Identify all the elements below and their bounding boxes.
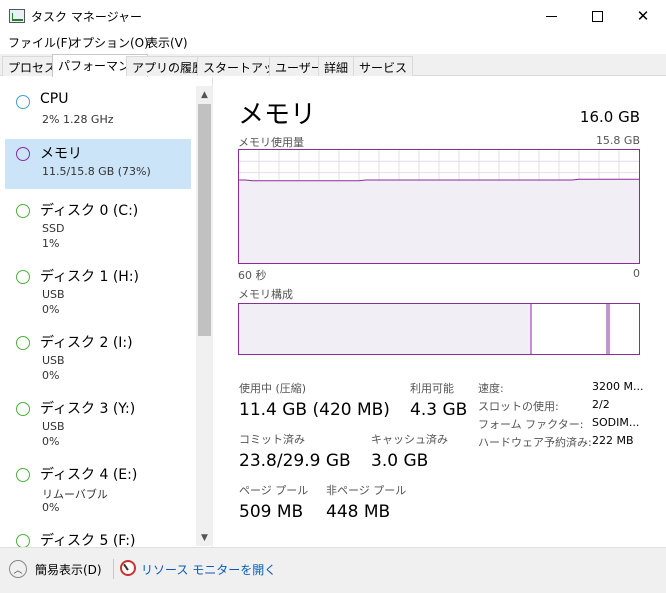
tab-strip: プロセス パフォーマンス アプリの履歴 スタートアップ ユーザー 詳細 サービス: [0, 54, 666, 77]
sidebar-item-usage: 0%: [42, 435, 60, 448]
menu-view[interactable]: 表示(V): [146, 34, 188, 51]
graph-x-left-label: 60 秒: [238, 269, 267, 282]
footer-bar: ︿ 簡易表示(D) リソース モニターを開く: [0, 547, 666, 593]
memory-total: 16.0 GB: [579, 108, 640, 126]
minimize-icon: [545, 15, 557, 17]
cpu-indicator-icon: [16, 95, 30, 109]
hardware-reserved-value: 222 MB: [592, 434, 634, 447]
disk-indicator-icon: [16, 336, 30, 350]
memory-composition-bar: [238, 303, 640, 355]
form-factor-value: SODIM...: [592, 416, 640, 429]
memory-indicator-icon: [16, 147, 30, 161]
menu-bar: ファイル(F) オプション(O) 表示(V): [0, 32, 666, 52]
cached-value: 3.0 GB: [371, 451, 429, 471]
maximize-icon: [591, 10, 603, 22]
sidebar-item-title: CPU: [40, 91, 69, 107]
sidebar-item-disk-2[interactable]: ディスク 2 (I:) USB 0%: [5, 328, 191, 382]
simple-view-button[interactable]: 簡易表示(D): [35, 561, 102, 578]
scroll-up-icon[interactable]: ▲: [196, 86, 213, 103]
scroll-down-icon[interactable]: ▼: [196, 529, 213, 546]
sidebar-item-title: ディスク 3 (Y:): [40, 401, 136, 417]
page-title: メモリ: [238, 100, 317, 130]
sidebar-item-type: SSD: [42, 222, 65, 235]
open-resource-monitor-link[interactable]: リソース モニターを開く: [141, 561, 276, 578]
sidebar-item-title: メモリ: [40, 146, 82, 162]
in-use-label: 使用中 (圧縮): [239, 382, 307, 395]
sidebar-item-type: USB: [42, 420, 65, 433]
in-use-value: 11.4 GB (420 MB): [239, 400, 390, 420]
resource-list: CPU 2% 1.28 GHz メモリ 11.5/15.8 GB (73%) デ…: [0, 77, 213, 547]
sidebar-item-type: USB: [42, 288, 65, 301]
close-button[interactable]: ✕: [620, 0, 666, 32]
tab-services[interactable]: サービス: [353, 56, 414, 76]
composition-segment[interactable]: [531, 304, 607, 354]
memory-composition-chart: [239, 304, 639, 354]
committed-value: 23.8/29.9 GB: [239, 451, 351, 471]
available-label: 利用可能: [410, 382, 454, 395]
sidebar-item-title: ディスク 2 (I:): [40, 335, 133, 351]
memory-usage-chart: [239, 150, 639, 263]
sidebar-item-title: ディスク 1 (H:): [40, 269, 139, 285]
usage-graph-max: 15.8 GB: [595, 134, 640, 147]
menu-options[interactable]: オプション(O): [70, 34, 149, 51]
cached-label: キャッシュ済み: [371, 433, 448, 446]
committed-label: コミット済み: [239, 433, 305, 446]
sidebar-item-memory[interactable]: メモリ 11.5/15.8 GB (73%): [5, 139, 191, 189]
usage-graph-label: メモリ使用量: [238, 136, 304, 149]
menu-file[interactable]: ファイル(F): [8, 34, 72, 51]
sidebar-item-type: USB: [42, 354, 65, 367]
disk-indicator-icon: [16, 402, 30, 416]
composition-segment[interactable]: [239, 304, 531, 354]
usage-area: [239, 179, 639, 263]
maximize-button[interactable]: [574, 0, 620, 32]
composition-segment[interactable]: [609, 304, 639, 354]
sidebar-item-detail: 2% 1.28 GHz: [42, 113, 114, 126]
hardware-reserved-label: ハードウェア予約済み:: [478, 436, 592, 449]
speed-value: 3200 M...: [592, 380, 644, 393]
graph-x-right-label: 0: [633, 267, 640, 280]
sidebar-item-cpu[interactable]: CPU 2% 1.28 GHz: [5, 87, 191, 137]
available-value: 4.3 GB: [410, 400, 468, 420]
speed-label: 速度:: [478, 382, 504, 395]
slots-label: スロットの使用:: [478, 400, 559, 413]
tab-details[interactable]: 詳細: [318, 56, 355, 76]
footer-divider: [113, 559, 114, 579]
sidebar-item-title: ディスク 5 (F:): [40, 533, 136, 547]
form-factor-label: フォーム ファクター:: [478, 418, 584, 431]
sidebar-item-usage: 0%: [42, 303, 60, 316]
sidebar-item-detail: 11.5/15.8 GB (73%): [42, 165, 151, 178]
sidebar-item-type: リムーバブル: [42, 488, 108, 501]
sidebar-item-disk-3[interactable]: ディスク 3 (Y:) USB 0%: [5, 394, 191, 448]
nonpaged-pool-value: 448 MB: [326, 502, 391, 522]
sidebar-item-disk-5[interactable]: ディスク 5 (F:): [5, 526, 191, 547]
disk-indicator-icon: [16, 534, 30, 547]
minimize-button[interactable]: [528, 0, 574, 32]
memory-usage-graph: [238, 149, 640, 264]
task-manager-icon: [9, 9, 25, 23]
slots-value: 2/2: [592, 398, 610, 411]
sidebar-item-usage: 0%: [42, 369, 60, 382]
resource-monitor-icon[interactable]: [120, 560, 136, 576]
sidebar-item-title: ディスク 0 (C:): [40, 203, 139, 219]
disk-indicator-icon: [16, 204, 30, 218]
window-title: タスク マネージャー: [31, 10, 142, 24]
sidebar-item-title: ディスク 4 (E:): [40, 467, 138, 483]
sidebar-item-disk-4[interactable]: ディスク 4 (E:) リムーバブル 0%: [5, 460, 191, 514]
sidebar-item-usage: 0%: [42, 501, 60, 514]
sidebar-item-usage: 1%: [42, 237, 60, 250]
disk-indicator-icon: [16, 270, 30, 284]
collapse-icon[interactable]: ︿: [9, 560, 27, 578]
sidebar-scrollbar[interactable]: ▲ ▼: [196, 86, 213, 546]
title-bar[interactable]: タスク マネージャー ✕: [0, 0, 666, 32]
scroll-thumb[interactable]: [198, 104, 211, 336]
disk-indicator-icon: [16, 468, 30, 482]
paged-pool-label: ページ プール: [239, 484, 309, 497]
sidebar-item-disk-0[interactable]: ディスク 0 (C:) SSD 1%: [5, 196, 191, 250]
sidebar-item-disk-1[interactable]: ディスク 1 (H:) USB 0%: [5, 262, 191, 316]
close-icon: ✕: [636, 7, 650, 25]
paged-pool-value: 509 MB: [239, 502, 304, 522]
composition-label: メモリ構成: [238, 288, 293, 301]
nonpaged-pool-label: 非ページ プール: [326, 484, 407, 497]
